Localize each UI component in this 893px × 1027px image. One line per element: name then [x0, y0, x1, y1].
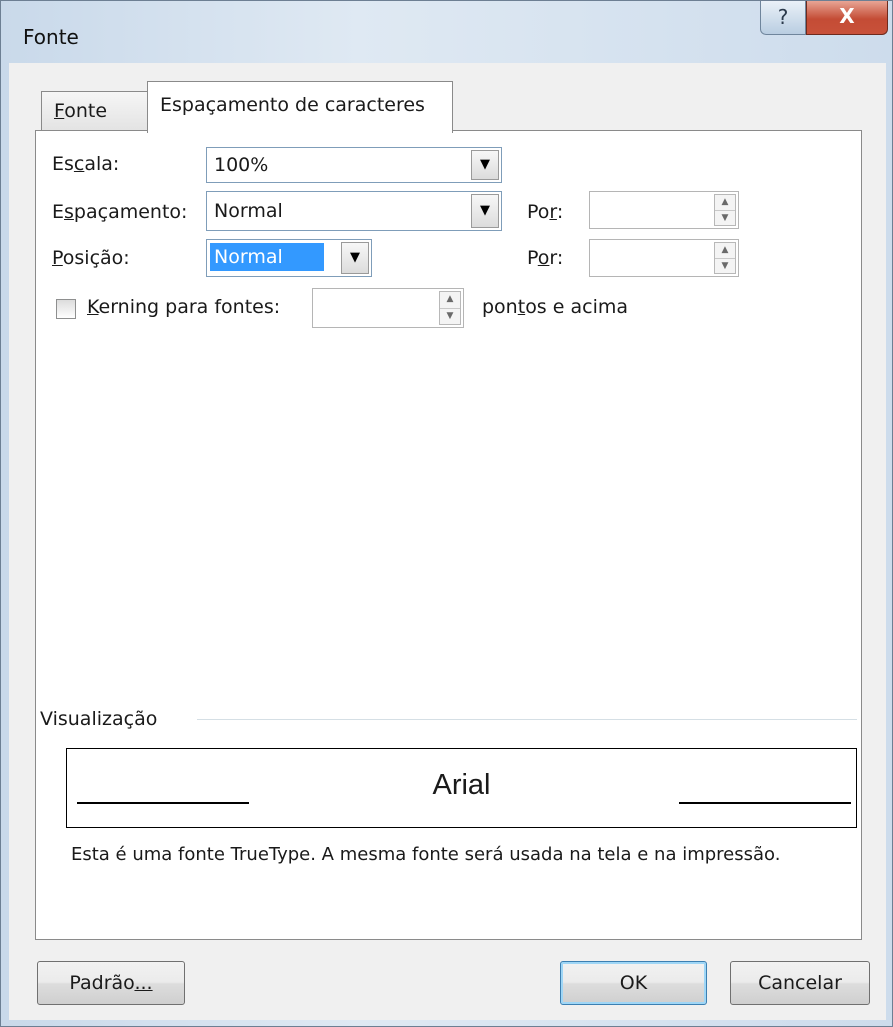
baseline-right	[679, 802, 851, 804]
tab-espacamento-de-caracteres[interactable]: Espaçamento de caracteres	[147, 81, 453, 133]
font-type-note: Esta é uma fonte TrueType. A mesma fonte…	[71, 844, 781, 865]
posicao-por-label: Por:	[527, 247, 564, 269]
arrow-up-icon[interactable]: ▲	[715, 243, 735, 259]
preview-group-label: Visualização	[40, 708, 158, 730]
preview-box: Arial	[66, 748, 857, 828]
close-button[interactable]: X	[806, 1, 888, 35]
default-button[interactable]: Padrão...	[37, 961, 185, 1005]
espacamento-por-label: Por:	[527, 201, 564, 223]
espacamento-por-stepper[interactable]: ▲ ▼	[589, 191, 739, 229]
chevron-down-icon[interactable]: ▼	[471, 194, 499, 228]
arrow-down-icon[interactable]: ▼	[715, 259, 735, 274]
dialog-body: Fonte Espaçamento de caracteres Escala: …	[9, 63, 886, 1020]
preview-sample: Arial	[432, 769, 491, 801]
espacamento-label: Espaçamento:	[52, 201, 188, 223]
arrow-up-icon[interactable]: ▲	[440, 292, 460, 309]
help-button[interactable]: ?	[760, 1, 806, 35]
ok-button[interactable]: OK	[560, 961, 707, 1005]
cancel-button[interactable]: Cancelar	[730, 961, 870, 1005]
stepper-buttons[interactable]: ▲ ▼	[439, 291, 461, 325]
arrow-down-icon[interactable]: ▼	[440, 309, 460, 325]
font-dialog: Fonte ? X Fonte Espaçamento de caractere…	[0, 0, 893, 1027]
espacamento-value: Normal	[214, 200, 283, 222]
kerning-checkbox[interactable]	[56, 299, 76, 319]
tab-fonte[interactable]: Fonte	[41, 91, 151, 131]
espacamento-select[interactable]: Normal ▼	[206, 191, 502, 231]
arrow-up-icon[interactable]: ▲	[715, 195, 735, 211]
kerning-suffix: pontos e acima	[482, 296, 628, 318]
escala-select[interactable]: 100% ▼	[206, 147, 502, 183]
kerning-label[interactable]: Kerning para fontes:	[87, 296, 280, 318]
dialog-title: Fonte	[23, 25, 79, 49]
chevron-down-icon[interactable]: ▼	[341, 242, 369, 274]
posicao-por-stepper[interactable]: ▲ ▼	[589, 239, 739, 277]
posicao-select[interactable]: Normal ▼	[206, 239, 372, 277]
escala-value: 100%	[214, 154, 269, 176]
posicao-value: Normal	[210, 243, 324, 271]
baseline-left	[77, 802, 249, 804]
kerning-stepper[interactable]: ▲ ▼	[312, 288, 464, 328]
title-bar: Fonte ? X	[1, 1, 892, 71]
group-divider	[197, 719, 857, 720]
chevron-down-icon[interactable]: ▼	[471, 150, 499, 180]
stepper-buttons[interactable]: ▲ ▼	[714, 242, 736, 274]
escala-label: Escala:	[52, 153, 120, 175]
help-icon: ?	[777, 5, 789, 29]
arrow-down-icon[interactable]: ▼	[715, 211, 735, 226]
stepper-buttons[interactable]: ▲ ▼	[714, 194, 736, 226]
posicao-label: Posição:	[52, 247, 130, 269]
close-icon: X	[839, 4, 855, 28]
